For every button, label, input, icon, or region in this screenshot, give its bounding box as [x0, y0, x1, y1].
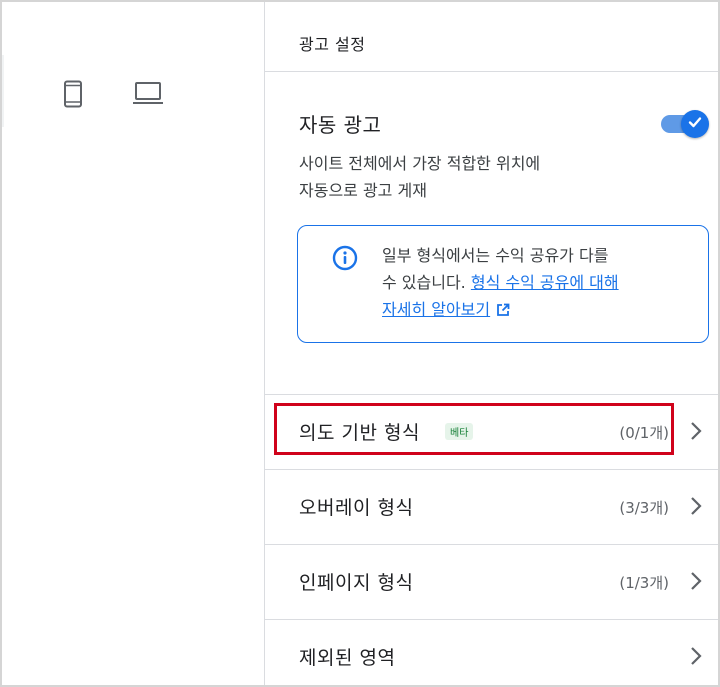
screenshot-frame [0, 0, 720, 687]
